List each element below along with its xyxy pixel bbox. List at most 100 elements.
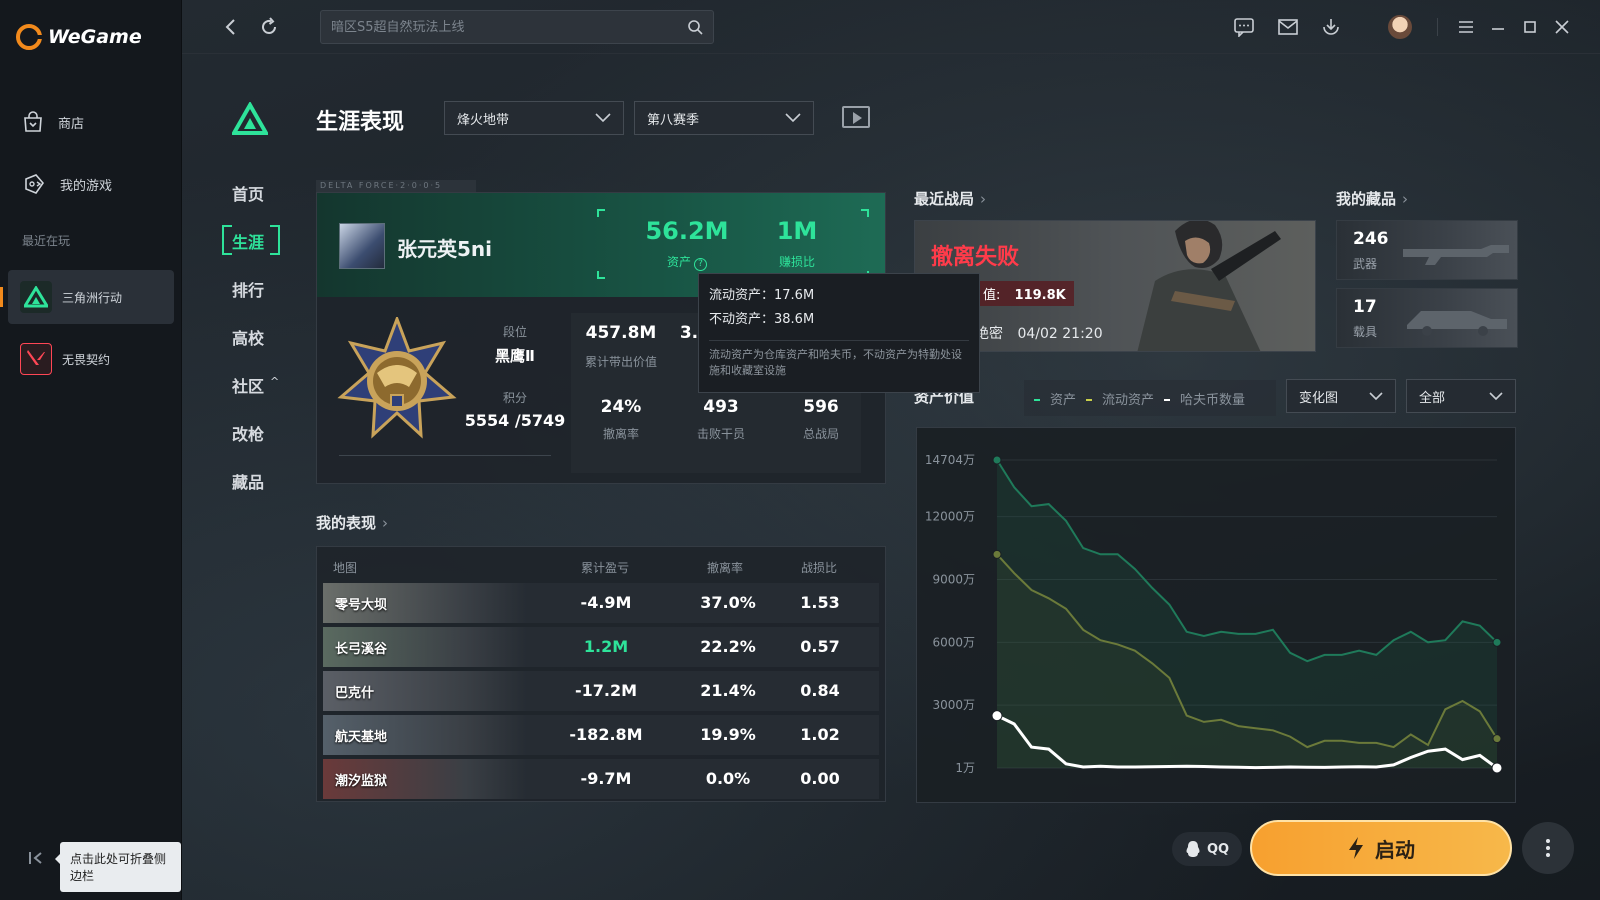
- chart-range-select[interactable]: 全部: [1406, 379, 1516, 413]
- qq-button[interactable]: QQ: [1172, 832, 1242, 866]
- table-row[interactable]: 航天基地 -182.8M 19.9% 1.02: [323, 715, 879, 755]
- pnl-value: -9.7M: [580, 769, 632, 788]
- subnav-college[interactable]: 高校: [228, 325, 268, 349]
- pnl-value: -4.9M: [580, 593, 632, 612]
- subnav-ranking[interactable]: 排行: [228, 277, 268, 301]
- main-content: 生涯表现 烽火地带 第八赛季 首页 生涯 排行 高校 社区 ^ 改枪 藏品 DE…: [182, 0, 1600, 900]
- data-point[interactable]: [992, 549, 1002, 559]
- back-icon[interactable]: [220, 16, 242, 38]
- extract-rate-value: 21.4%: [700, 681, 756, 700]
- kd-value: 0.00: [800, 769, 840, 788]
- refresh-icon[interactable]: [258, 16, 280, 38]
- tooltip-divider: [709, 340, 969, 341]
- col-header-map: 地图: [333, 561, 358, 575]
- wegame-logo[interactable]: WeGame: [16, 24, 142, 50]
- player-avatar[interactable]: [339, 223, 385, 269]
- subnav-community[interactable]: 社区: [228, 373, 268, 397]
- map-name: 巴克什: [335, 686, 375, 701]
- chat-icon[interactable]: [1232, 15, 1256, 39]
- more-options-icon[interactable]: [1522, 822, 1574, 874]
- profit-ratio-value: 1M: [776, 217, 818, 245]
- data-point[interactable]: [991, 710, 1003, 722]
- map-name: 航天基地: [335, 730, 388, 745]
- collection-weapons-card[interactable]: 246 武器: [1336, 220, 1518, 280]
- lightning-icon: [1349, 837, 1363, 859]
- download-icon[interactable]: [1319, 15, 1343, 39]
- sidebar-game-delta-force[interactable]: 三角洲行动: [0, 270, 174, 324]
- legend-label: 资产: [1050, 392, 1077, 408]
- extract-rate-value: 19.9%: [700, 725, 756, 744]
- wegame-logo-icon: [16, 24, 43, 50]
- asset-chart: 1万 3000万 6000万 9000万 12000万 14704万: [916, 427, 1516, 803]
- chevron-right-icon: ›: [980, 190, 987, 208]
- recent-match-title[interactable]: 最近战局 ›: [914, 188, 986, 209]
- my-collection-title[interactable]: 我的藏品 ›: [1336, 188, 1408, 209]
- search-input[interactable]: [331, 19, 687, 35]
- subnav-collection[interactable]: 藏品: [228, 469, 268, 493]
- menu-icon[interactable]: [1454, 15, 1478, 39]
- table-row[interactable]: 零号大坝 -4.9M 37.0% 1.53: [323, 583, 879, 623]
- video-play-icon[interactable]: [842, 106, 870, 128]
- data-point[interactable]: [1492, 734, 1502, 744]
- subnav-modify-gun[interactable]: 改枪: [228, 421, 268, 445]
- soldier-illustration: [1137, 221, 1281, 351]
- chart-view-select[interactable]: 变化图: [1286, 379, 1396, 413]
- my-performance-title[interactable]: 我的表现 ›: [316, 512, 388, 533]
- collection-vehicles-card[interactable]: 17 载具: [1336, 288, 1518, 348]
- legend-item-liquid: 流动资产: [1086, 389, 1154, 408]
- launch-button[interactable]: 启动: [1250, 820, 1512, 876]
- stat-kills-label: 击败干员: [696, 427, 745, 441]
- qq-icon: [1186, 841, 1200, 857]
- maximize-icon[interactable]: [1518, 15, 1542, 39]
- mode-select[interactable]: 烽火地带: [444, 101, 624, 135]
- season-select[interactable]: 第八赛季: [634, 101, 814, 135]
- y-tick-label: 1万: [955, 761, 975, 775]
- minimize-icon[interactable]: [1486, 15, 1510, 39]
- performance-table: 地图 累计盈亏 撤离率 战损比 零号大坝 -4.9M 37.0% 1.53 长弓溪谷 1.…: [316, 546, 886, 802]
- subnav-career[interactable]: 生涯: [228, 229, 268, 253]
- extract-rate-value: 22.2%: [700, 637, 756, 656]
- table-row[interactable]: 巴克什 -17.2M 21.4% 0.84: [323, 671, 879, 711]
- frame-corner: [597, 271, 605, 279]
- section-title-text: 最近战局: [914, 190, 975, 208]
- sidebar-item-store[interactable]: 商店: [8, 98, 174, 146]
- sidebar-item-my-games[interactable]: 我的游戏: [8, 160, 174, 208]
- assets-label-wrap[interactable]: 资产?: [627, 253, 747, 271]
- table-row[interactable]: 潮汐监狱 -9.7M 0.0% 0.00: [323, 759, 879, 799]
- data-point[interactable]: [1491, 762, 1503, 774]
- mail-icon[interactable]: [1276, 15, 1300, 39]
- collapse-sidebar-icon[interactable]: [28, 850, 44, 866]
- assets-label: 资产: [666, 255, 691, 269]
- search-bar[interactable]: [320, 10, 714, 44]
- search-icon[interactable]: [687, 19, 703, 35]
- table-row[interactable]: 长弓溪谷 1.2M 22.2% 0.57: [323, 627, 879, 667]
- rank-value: 黑鹰Ⅱ: [495, 347, 535, 365]
- user-avatar[interactable]: [1388, 15, 1412, 39]
- kd-value: 1.02: [800, 725, 840, 744]
- launch-label: 启动: [1375, 837, 1415, 862]
- data-point[interactable]: [1492, 637, 1502, 647]
- col-header-pnl: 累计盈亏: [581, 561, 630, 575]
- qq-label: QQ: [1206, 841, 1230, 857]
- map-thumbnail: 长弓溪谷: [323, 627, 527, 667]
- stat-matches-value: 596: [803, 397, 839, 417]
- close-icon[interactable]: [1550, 15, 1574, 39]
- map-thumbnail: 零号大坝: [323, 583, 527, 623]
- game-label: 无畏契约: [62, 352, 111, 367]
- legend-label: 流动资产: [1102, 392, 1155, 408]
- valorant-icon: [20, 343, 52, 375]
- chart-view-value: 变化图: [1299, 390, 1339, 406]
- store-bag-icon: [24, 111, 42, 132]
- section-title-text: 我的表现: [316, 514, 377, 532]
- map-thumbnail: 潮汐监狱: [323, 759, 527, 799]
- subnav-home[interactable]: 首页: [228, 181, 268, 205]
- extract-rate-value: 37.0%: [700, 593, 756, 612]
- data-point[interactable]: [992, 455, 1002, 465]
- recent-played-label: 最近在玩: [22, 234, 71, 248]
- kd-value: 0.84: [800, 681, 840, 700]
- player-name: 张元英5ni: [397, 237, 493, 261]
- sidebar-game-valorant[interactable]: 无畏契约: [8, 332, 174, 386]
- profit-ratio-label: 赚损比: [778, 255, 815, 269]
- help-icon[interactable]: ?: [694, 258, 707, 271]
- pnl-value: -17.2M: [574, 681, 638, 700]
